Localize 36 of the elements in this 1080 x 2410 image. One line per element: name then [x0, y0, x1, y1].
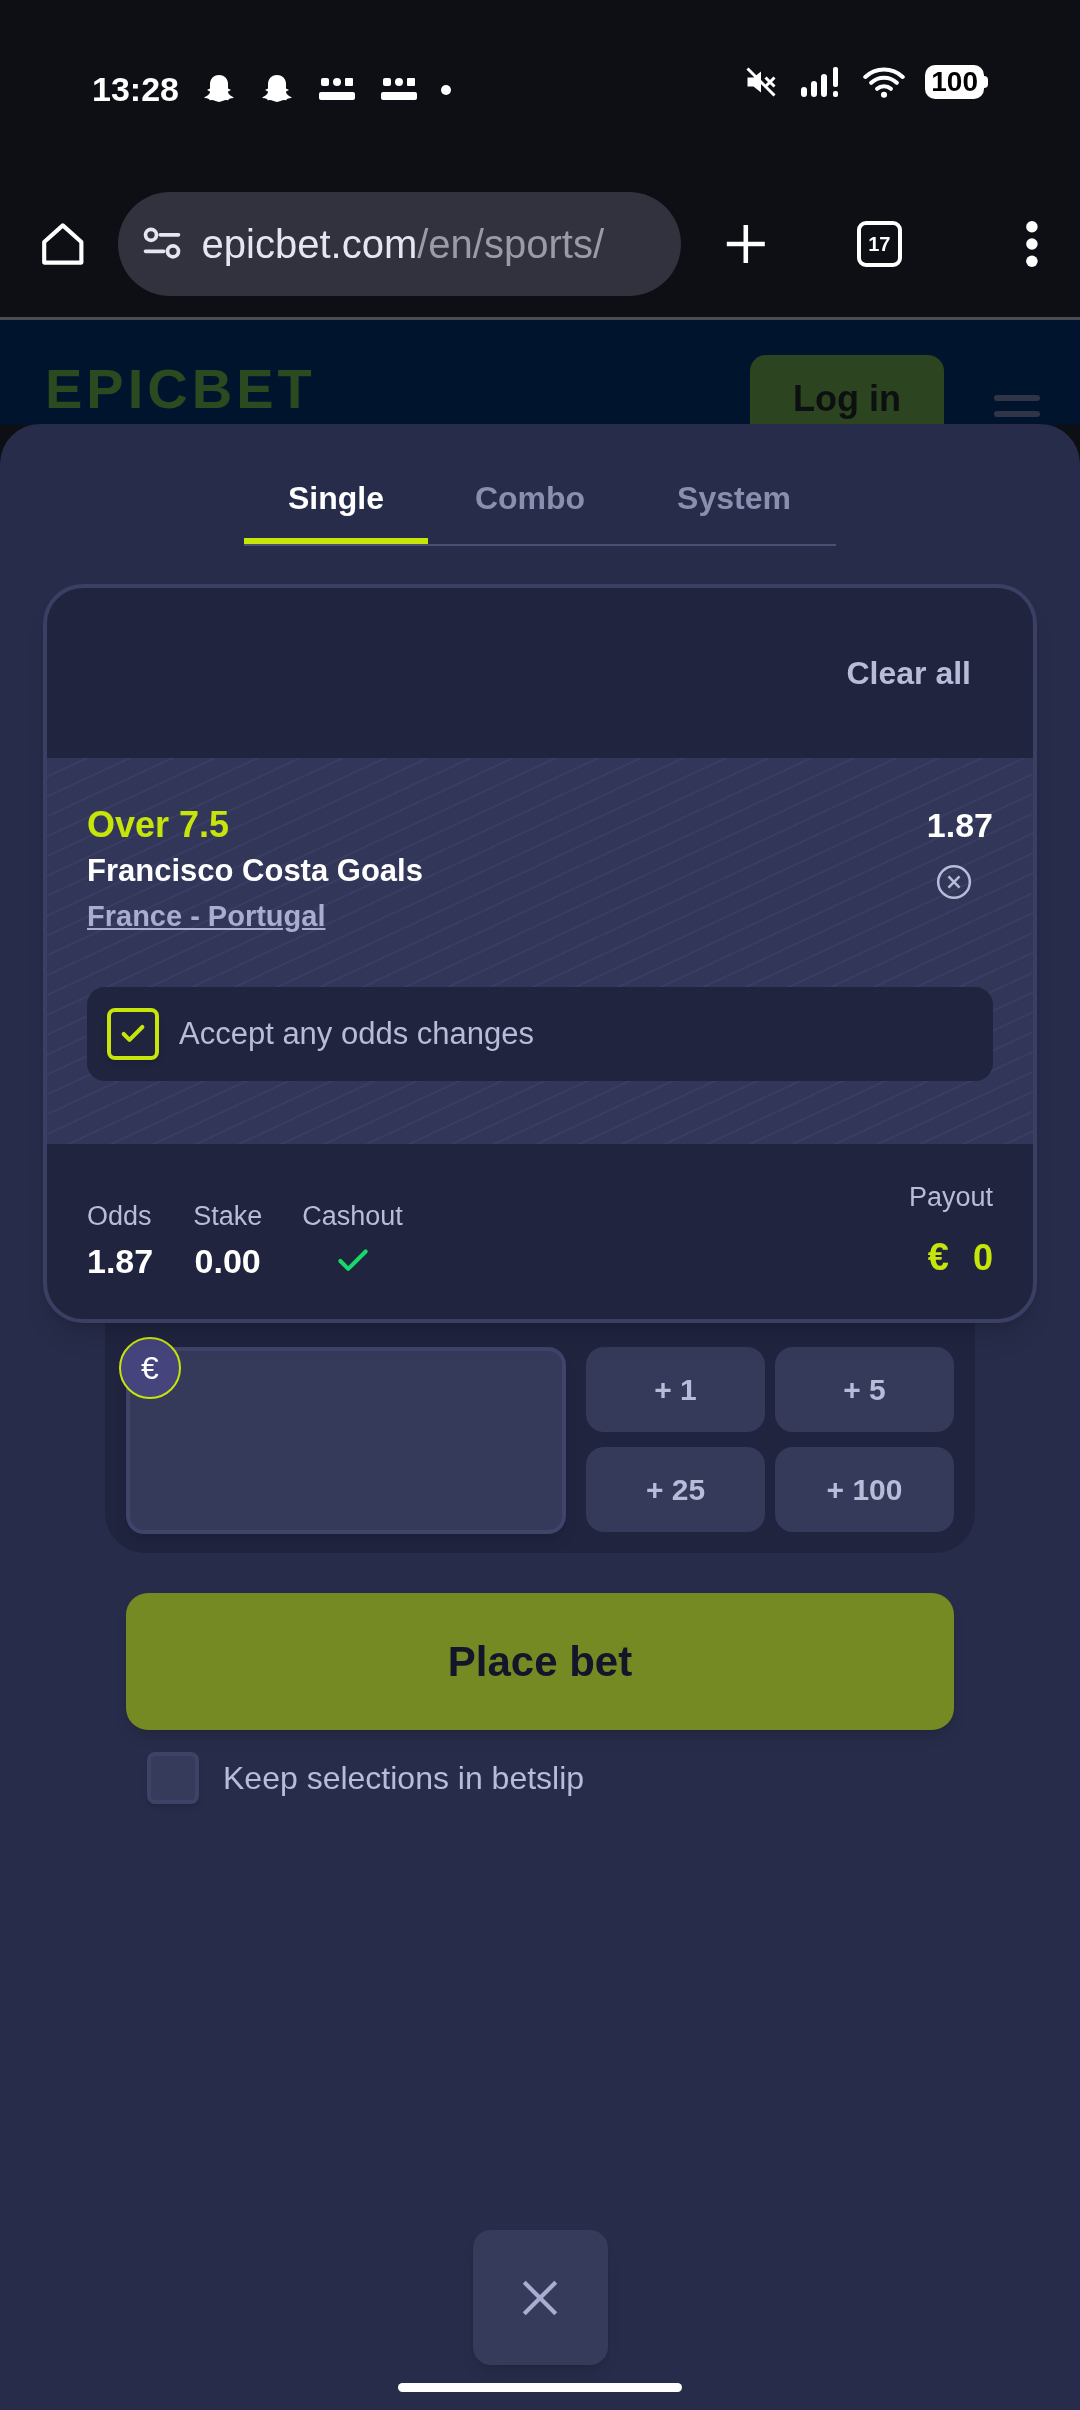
- tab-switcher[interactable]: 17: [856, 220, 903, 267]
- keep-selections-label: Keep selections in betslip: [223, 1759, 585, 1798]
- stake-input[interactable]: [126, 1347, 566, 1534]
- remove-selection-icon[interactable]: [935, 863, 973, 901]
- place-bet-button[interactable]: Place bet: [126, 1593, 954, 1730]
- payout-currency: €: [927, 1235, 949, 1281]
- accept-odds-checkbox[interactable]: [107, 1008, 159, 1060]
- cashout-label: Cashout: [302, 1199, 403, 1233]
- currency-badge: €: [119, 1337, 181, 1399]
- quick-stake-button[interactable]: + 5: [775, 1347, 954, 1432]
- bet-type-tab[interactable]: Single: [244, 474, 428, 544]
- accept-odds-label: Accept any odds changes: [179, 1014, 535, 1053]
- clock: 13:28: [92, 69, 179, 110]
- bet-type-tab[interactable]: System: [632, 474, 836, 544]
- bet-type-tab[interactable]: Combo: [428, 474, 632, 544]
- odds-label: Odds: [87, 1199, 153, 1233]
- keep-selections-checkbox[interactable]: [147, 1752, 199, 1804]
- url-text: epicbet.com/en/sports/: [201, 220, 604, 268]
- market-name: Francisco Costa Goals: [87, 852, 423, 890]
- payout-value: 0: [972, 1235, 993, 1280]
- selection-pick: Over 7.5: [87, 803, 231, 847]
- close-button[interactable]: [472, 2230, 608, 2365]
- wifi-icon: [863, 65, 906, 99]
- odds-change-option[interactable]: Accept any odds changes: [87, 987, 993, 1081]
- total-odds: 1.87: [87, 1241, 154, 1283]
- battery-level: 100: [925, 65, 984, 99]
- event-link[interactable]: France - Portugal: [87, 895, 423, 937]
- selection-odds: 1.87: [926, 805, 993, 846]
- payout-label: Payout: [908, 1180, 993, 1214]
- address-bar[interactable]: epicbet.com/en/sports/: [117, 191, 681, 296]
- stake-label: Stake: [193, 1199, 263, 1233]
- quick-stake-button[interactable]: + 100: [775, 1447, 954, 1532]
- clear-all-button[interactable]: Clear all: [846, 649, 971, 697]
- quick-stake-button[interactable]: + 25: [586, 1447, 765, 1532]
- stake-value: 0.00: [194, 1241, 261, 1283]
- quick-stake-button[interactable]: + 1: [586, 1347, 765, 1432]
